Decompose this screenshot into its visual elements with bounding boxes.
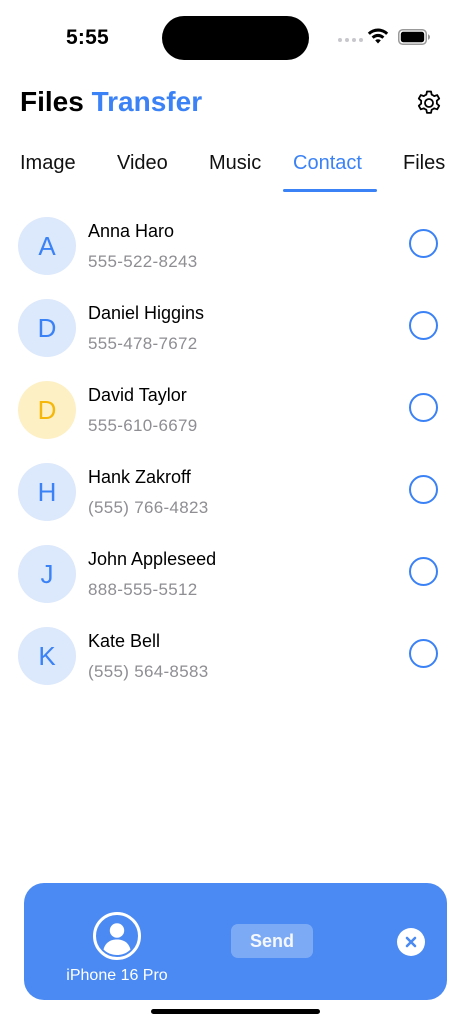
close-button[interactable]	[397, 928, 425, 956]
contact-row[interactable]: D Daniel Higgins 555-478-7672	[0, 291, 471, 373]
contact-row[interactable]: J John Appleseed 888-555-5512	[0, 537, 471, 619]
status-bar: 5:55	[0, 0, 471, 78]
contact-row[interactable]: D David Taylor 555-610-6679	[0, 373, 471, 455]
tab-video[interactable]: Video	[117, 152, 168, 175]
active-tab-indicator	[283, 189, 377, 192]
avatar: J	[18, 545, 76, 603]
select-radio[interactable]	[409, 393, 438, 422]
contact-row[interactable]: H Hank Zakroff (555) 766-4823	[0, 455, 471, 537]
contact-name: Daniel Higgins	[88, 303, 205, 323]
device-name: iPhone 16 Pro	[66, 967, 168, 984]
battery-icon	[398, 29, 430, 45]
tab-files[interactable]: Files	[403, 152, 445, 175]
wifi-icon	[367, 28, 389, 44]
contact-phone: 888-555-5512	[88, 580, 198, 599]
app-title: Files Transfer	[20, 86, 202, 118]
tab-contact[interactable]: Contact	[293, 152, 362, 175]
avatar: D	[18, 299, 76, 357]
target-device[interactable]: iPhone 16 Pro	[62, 911, 172, 985]
select-radio[interactable]	[409, 475, 438, 504]
avatar: D	[18, 381, 76, 439]
avatar: K	[18, 627, 76, 685]
avatar: H	[18, 463, 76, 521]
app-title-files: Files	[20, 86, 84, 117]
contact-phone: (555) 766-4823	[88, 498, 209, 517]
select-radio[interactable]	[409, 311, 438, 340]
gear-icon[interactable]	[415, 89, 443, 117]
app-title-transfer: Transfer	[91, 86, 203, 117]
contact-phone: 555-478-7672	[88, 334, 198, 353]
contact-name: Hank Zakroff	[88, 467, 191, 487]
dynamic-island	[162, 16, 309, 60]
avatar: A	[18, 217, 76, 275]
person-circle-icon	[93, 912, 141, 960]
category-tabs: Image Video Music Contact Files	[0, 148, 471, 194]
select-radio[interactable]	[409, 229, 438, 258]
contact-name: John Appleseed	[88, 549, 217, 569]
send-button[interactable]: Send	[231, 924, 313, 958]
contact-name: David Taylor	[88, 385, 187, 405]
contact-phone: 555-610-6679	[88, 416, 198, 435]
contact-phone: 555-522-8243	[88, 252, 198, 271]
cellular-dots-icon	[338, 38, 363, 42]
contact-name: Anna Haro	[88, 221, 175, 241]
home-indicator	[151, 1009, 320, 1014]
send-bar: iPhone 16 Pro Send	[24, 883, 447, 1000]
contact-row[interactable]: A Anna Haro 555-522-8243	[0, 209, 471, 291]
select-radio[interactable]	[409, 557, 438, 586]
contact-phone: (555) 564-8583	[88, 662, 209, 681]
contact-row[interactable]: K Kate Bell (555) 564-8583	[0, 619, 471, 701]
close-icon	[405, 936, 417, 948]
tab-image[interactable]: Image	[20, 152, 76, 175]
select-radio[interactable]	[409, 639, 438, 668]
tab-music[interactable]: Music	[209, 152, 261, 175]
contact-name: Kate Bell	[88, 631, 161, 651]
status-time: 5:55	[66, 26, 109, 49]
